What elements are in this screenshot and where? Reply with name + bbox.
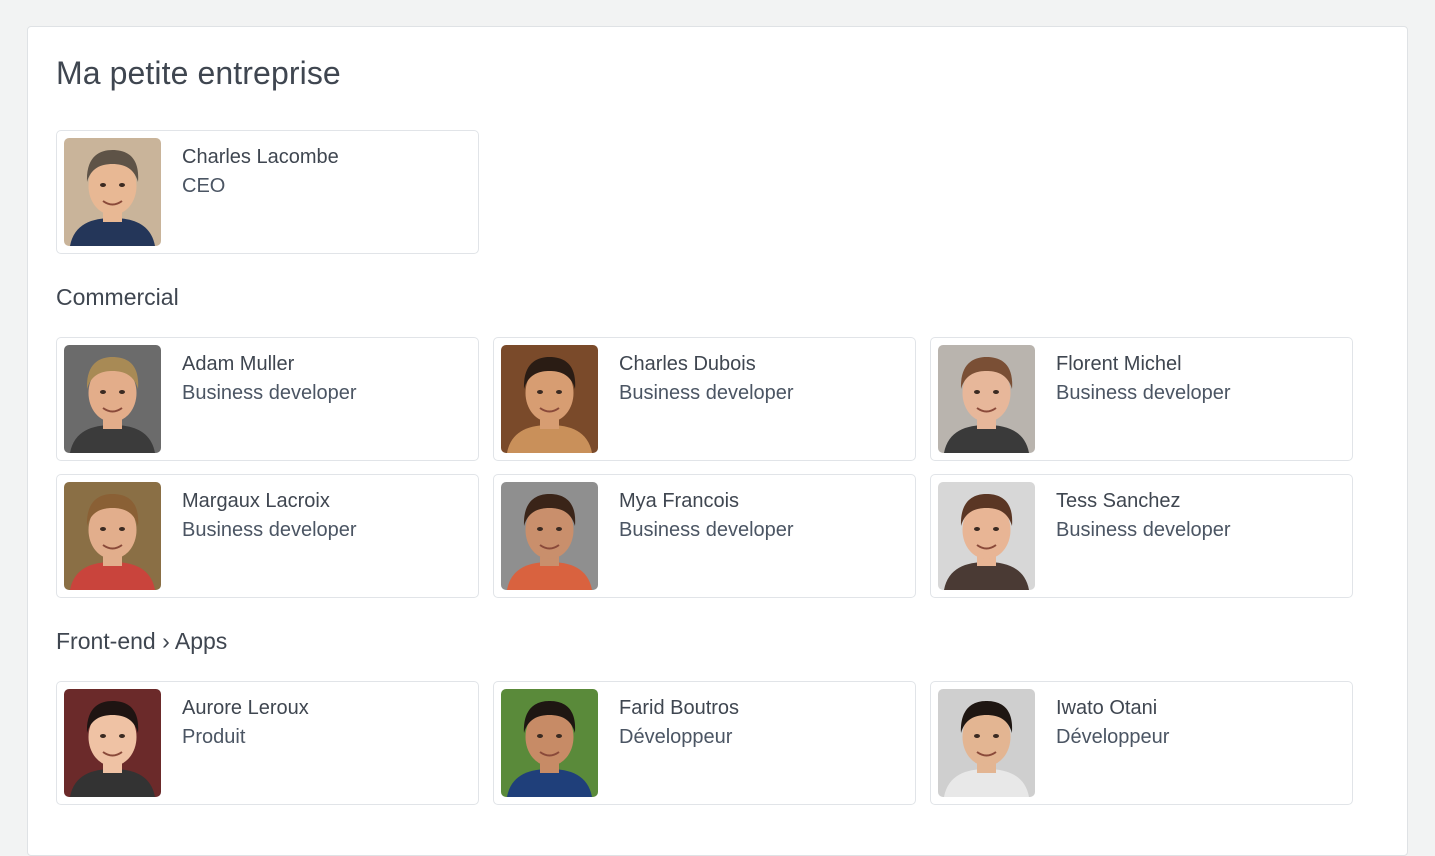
avatar bbox=[64, 345, 161, 453]
person-role: Produit bbox=[182, 726, 246, 748]
person-name: Tess Sanchez bbox=[1056, 490, 1181, 512]
person-card[interactable]: Tess Sanchez Business developer bbox=[930, 474, 1353, 598]
avatar bbox=[501, 482, 598, 590]
person-role: Business developer bbox=[1056, 382, 1231, 404]
person-role: Business developer bbox=[182, 519, 357, 541]
person-card[interactable]: Aurore Leroux Produit bbox=[56, 681, 479, 805]
person-card[interactable]: Farid Boutros Développeur bbox=[493, 681, 916, 805]
person-role: CEO bbox=[182, 175, 226, 197]
person-name: Farid Boutros bbox=[619, 697, 740, 719]
page-title: Ma petite entreprise bbox=[56, 55, 341, 91]
section-title-front-end-apps: Front-end › Apps bbox=[56, 628, 228, 654]
person-card-ceo[interactable]: Charles Lacombe CEO bbox=[56, 130, 479, 254]
person-name: Adam Muller bbox=[182, 353, 295, 375]
person-card[interactable]: Florent Michel Business developer bbox=[930, 337, 1353, 461]
org-panel: Ma petite entreprise Charles Lacombe CEO… bbox=[27, 26, 1408, 856]
person-card[interactable]: Charles Dubois Business developer bbox=[493, 337, 916, 461]
person-name: Mya Francois bbox=[619, 490, 740, 512]
person-card[interactable]: Iwato Otani Développeur bbox=[930, 681, 1353, 805]
person-role: Développeur bbox=[619, 726, 733, 748]
person-role: Développeur bbox=[1056, 726, 1170, 748]
person-name: Charles Dubois bbox=[619, 353, 756, 375]
person-card[interactable]: Adam Muller Business developer bbox=[56, 337, 479, 461]
avatar bbox=[938, 689, 1035, 797]
avatar bbox=[501, 345, 598, 453]
person-card[interactable]: Margaux Lacroix Business developer bbox=[56, 474, 479, 598]
avatar bbox=[64, 482, 161, 590]
avatar bbox=[938, 482, 1035, 590]
person-name: Charles Lacombe bbox=[182, 146, 339, 168]
person-role: Business developer bbox=[1056, 519, 1231, 541]
avatar bbox=[64, 138, 161, 246]
person-role: Business developer bbox=[619, 519, 794, 541]
avatar bbox=[938, 345, 1035, 453]
person-name: Margaux Lacroix bbox=[182, 490, 330, 512]
person-name: Aurore Leroux bbox=[182, 697, 309, 719]
person-name: Florent Michel bbox=[1056, 353, 1182, 375]
person-role: Business developer bbox=[619, 382, 794, 404]
section-title-commercial: Commercial bbox=[56, 284, 179, 310]
avatar bbox=[64, 689, 161, 797]
person-card[interactable]: Mya Francois Business developer bbox=[493, 474, 916, 598]
person-role: Business developer bbox=[182, 382, 357, 404]
person-name: Iwato Otani bbox=[1056, 697, 1158, 719]
avatar bbox=[501, 689, 598, 797]
